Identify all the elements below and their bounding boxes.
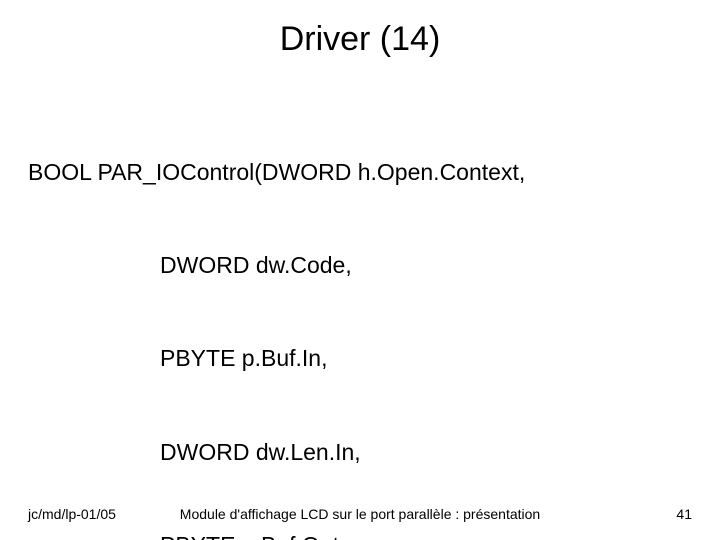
footer-page-number: 41 (676, 506, 692, 522)
code-line-sig3: DWORD dw.Len.In, (160, 437, 525, 468)
footer-left: jc/md/lp-01/05 (28, 506, 116, 522)
footer: jc/md/lp-01/05 Module d'affichage LCD su… (28, 506, 692, 522)
code-line-sig4: PBYTE p.Buf.Out, (160, 530, 525, 540)
code-line-sig2: PBYTE p.Buf.In, (160, 343, 525, 374)
slide-title: Driver (14) (0, 20, 720, 59)
footer-center: Module d'affichage LCD sur le port paral… (28, 506, 692, 522)
code-block: BOOL PAR_IOControl(DWORD h.Open.Context,… (28, 95, 525, 540)
slide: Driver (14) BOOL PAR_IOControl(DWORD h.O… (0, 0, 720, 540)
code-line-sig1: DWORD dw.Code, (160, 250, 525, 281)
code-line-sig0: BOOL PAR_IOControl(DWORD h.Open.Context, (28, 157, 525, 188)
